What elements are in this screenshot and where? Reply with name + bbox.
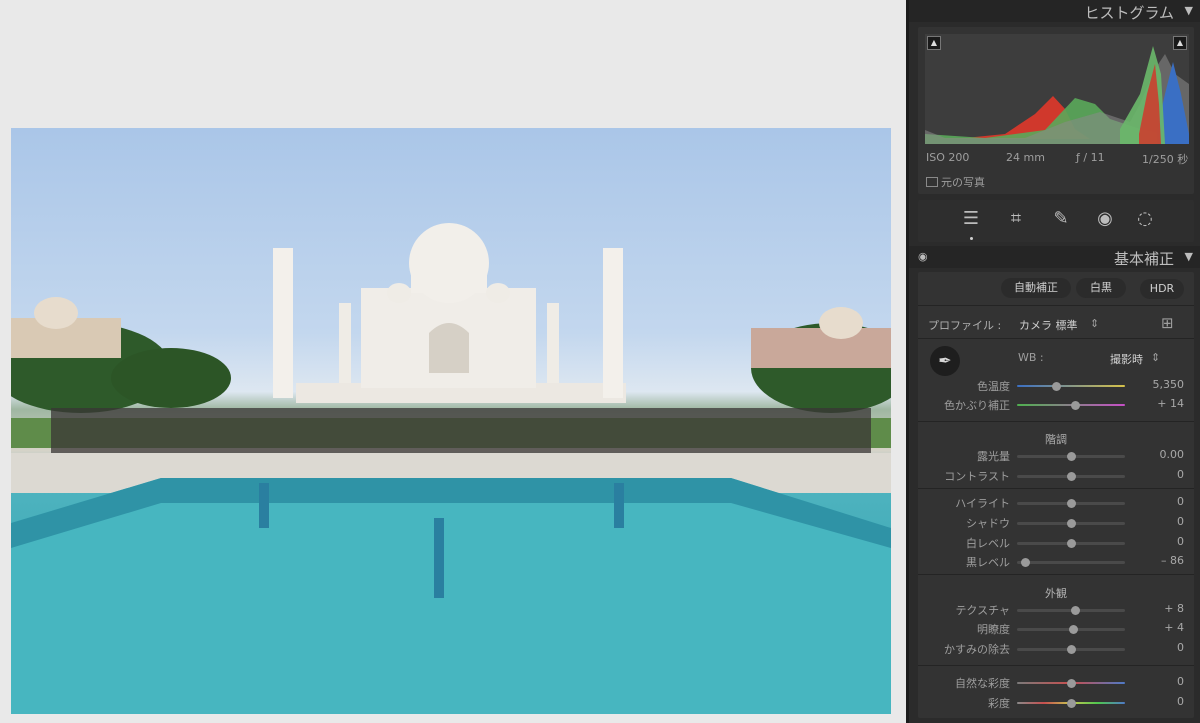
dehaze-slider-thumb[interactable] [1067,645,1076,654]
tint-slider-thumb[interactable] [1071,401,1081,410]
dehaze-slider[interactable] [1017,645,1125,654]
vibrance-slider-thumb[interactable] [1067,679,1076,688]
shadow-clipping-icon[interactable]: ▲ [927,36,941,50]
hdr-button[interactable]: HDR [1140,279,1184,299]
chevron-updown-icon[interactable]: ⇕ [1090,317,1099,330]
shadows-value[interactable]: 0 [1140,515,1184,528]
wb-value[interactable]: 撮影時 [1110,351,1143,367]
shutter-speed: 1/250 秒 [1142,153,1189,166]
histogram-graph[interactable]: ▲ ▲ [925,34,1189,144]
saturation-slider[interactable] [1017,699,1125,708]
clarity-value[interactable]: + 4 [1140,621,1184,634]
exposure-label: 露光量 [977,450,1010,463]
focal-length: 24 mm [1006,151,1045,164]
blacks-slider-thumb[interactable] [1020,558,1030,567]
vibrance-label: 自然な彩度 [955,677,1010,690]
develop-panel: ヒストグラム ▼ ▲ ▲ ISO 200 24 mm ƒ / 11 1/250 … [909,0,1200,723]
profile-browser-icon[interactable]: ⊞ [1161,314,1174,332]
dehaze-label: かすみの除去 [944,643,1010,656]
tint-slider[interactable] [1017,401,1125,410]
shadows-slider[interactable] [1017,519,1125,528]
chevron-updown-icon[interactable]: ⇕ [1151,351,1160,364]
basic-header[interactable]: ◉ 基本補正 ▼ [909,246,1200,268]
iso-value: ISO 200 [926,151,970,164]
saturation-value[interactable]: 0 [1140,695,1184,708]
profile-label: プロファイル : [928,319,1002,332]
photo-preview[interactable] [11,128,891,714]
texture-label: テクスチャ [955,604,1010,617]
wb-label: WB : [1018,351,1044,364]
tint-label: 色かぶり補正 [944,399,1010,412]
vibrance-value[interactable]: 0 [1140,675,1184,688]
active-tool-indicator [970,237,973,240]
whites-value[interactable]: 0 [1140,535,1184,548]
vibrance-slider[interactable] [1017,679,1125,688]
texture-slider[interactable] [1017,606,1125,615]
temp-slider-thumb[interactable] [1051,382,1061,391]
visibility-eye-icon[interactable]: ◉ [918,250,928,263]
dehaze-value[interactable]: 0 [1140,641,1184,654]
texture-value[interactable]: + 8 [1140,602,1184,615]
exposure-value[interactable]: 0.00 [1140,448,1185,461]
shadows-slider-thumb[interactable] [1067,519,1076,528]
collapse-triangle-icon[interactable]: ▼ [1185,250,1193,263]
saturation-slider-thumb[interactable] [1067,699,1076,708]
clarity-label: 明瞭度 [977,623,1010,636]
healing-icon[interactable]: ✎ [1050,208,1072,230]
shadows-label: シャドウ [966,517,1010,530]
basic-panel: 自動補正 白黒 HDR プロファイル : カメラ 標準 ⇕ ⊞ ✒ WB : 撮… [918,272,1194,718]
blacks-label: 黒レベル [966,556,1010,569]
redeye-icon[interactable]: ◉ [1094,208,1116,230]
histogram-title: ヒストグラム [1084,4,1174,22]
whites-slider-thumb[interactable] [1067,539,1076,548]
edit-icon[interactable]: ☰ [960,208,982,230]
whites-slider[interactable] [1017,539,1125,548]
profile-value[interactable]: カメラ 標準 [1019,317,1078,333]
histogram-header[interactable]: ヒストグラム ▼ [909,0,1200,22]
temp-value[interactable]: 5,350 [1140,378,1185,391]
exposure-slider[interactable] [1017,452,1125,461]
aperture: ƒ / 11 [1076,151,1105,164]
clarity-slider[interactable] [1017,625,1125,634]
collapse-triangle-icon[interactable]: ▼ [1185,4,1193,17]
whites-label: 白レベル [966,537,1010,550]
histogram-box: ▲ ▲ ISO 200 24 mm ƒ / 11 1/250 秒 元の写真 [918,27,1194,194]
temp-slider[interactable] [1017,382,1125,391]
original-photo-label: 元の写真 [941,176,985,189]
highlights-slider[interactable] [1017,499,1125,508]
photo-canvas[interactable] [0,0,906,723]
tone-section-title: 階調 [1045,433,1067,446]
auto-button[interactable]: 自動補正 [1001,278,1071,298]
blacks-slider[interactable] [1017,558,1125,567]
original-photo-checkbox[interactable] [926,177,938,187]
crop-icon[interactable]: ⌗ [1005,208,1027,230]
exposure-slider-thumb[interactable] [1067,452,1076,461]
highlight-clipping-icon[interactable]: ▲ [1173,36,1187,50]
contrast-slider-thumb[interactable] [1067,472,1076,481]
bw-button[interactable]: 白黒 [1076,278,1126,298]
contrast-label: コントラスト [944,470,1010,483]
highlights-value[interactable]: 0 [1140,495,1184,508]
wb-eyedropper-icon[interactable]: ✒ [930,346,960,376]
saturation-label: 彩度 [988,697,1010,710]
tint-value[interactable]: + 14 [1140,397,1184,410]
taj-mahal-image [11,223,891,714]
highlights-label: ハイライト [955,497,1010,510]
blacks-value[interactable]: – 86 [1140,554,1184,567]
presence-section-title: 外観 [1045,587,1067,600]
contrast-slider[interactable] [1017,472,1125,481]
temp-label: 色温度 [977,380,1010,393]
highlights-slider-thumb[interactable] [1067,499,1076,508]
contrast-value[interactable]: 0 [1140,468,1184,481]
clarity-slider-thumb[interactable] [1069,625,1079,634]
basic-title: 基本補正 [1113,250,1174,268]
texture-slider-thumb[interactable] [1071,606,1081,615]
masking-icon[interactable]: ◌ [1134,208,1156,230]
